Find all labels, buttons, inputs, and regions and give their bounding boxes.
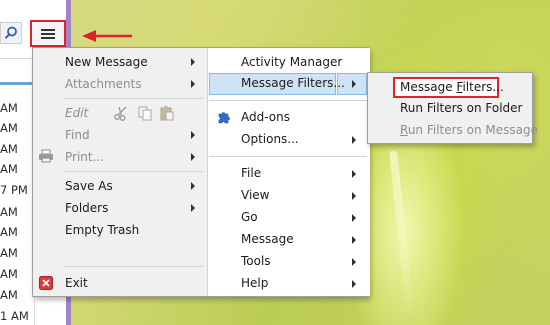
- puzzle-icon: [218, 112, 230, 124]
- menu-item-label: Message Filters...: [400, 80, 504, 94]
- menu-item-label: Save As: [65, 179, 113, 193]
- menu-item-label: Go: [241, 210, 258, 224]
- menu-item-label: Run Filters on Folder: [400, 101, 523, 115]
- menu-item-save-as[interactable]: Save As: [65, 176, 113, 197]
- menu-item-view[interactable]: View: [241, 185, 269, 206]
- hamburger-bar: [41, 37, 55, 39]
- menu-item-label: Message Filters...: [241, 76, 345, 90]
- menu-separator: [63, 98, 203, 99]
- menu-item-print[interactable]: Print...: [65, 147, 104, 168]
- hamburger-bar: [41, 33, 55, 35]
- menu-item-add-ons[interactable]: Add-ons: [241, 107, 290, 128]
- message-time: AM: [0, 288, 18, 302]
- menu-item-label: Exit: [65, 276, 88, 290]
- menu-separator: [209, 156, 367, 157]
- menu-item-label: File: [241, 166, 262, 180]
- menu-item-label: Edit: [65, 106, 89, 120]
- message-time: 1 AM: [0, 309, 29, 323]
- message-time: AM: [0, 205, 18, 219]
- menu-item-label: Options...: [241, 132, 299, 146]
- menu-separator: [63, 171, 203, 172]
- message-time: AM: [0, 121, 18, 135]
- chevron-right-icon: [352, 280, 356, 288]
- submenu-item-run-filters-on-message[interactable]: Run Filters on Message: [400, 120, 538, 141]
- chevron-right-icon: [352, 136, 356, 144]
- menu-item-attachments[interactable]: Attachments: [65, 74, 142, 95]
- exit-icon: [39, 276, 53, 290]
- menu-item-message[interactable]: Message: [241, 229, 294, 250]
- menu-item-exit[interactable]: Exit: [65, 273, 88, 294]
- hamburger-bar: [41, 29, 55, 31]
- message-time: AM: [0, 225, 18, 239]
- menu-item-activity-manager[interactable]: Activity Manager: [241, 52, 342, 73]
- chevron-right-icon: [191, 80, 195, 88]
- menu-item-label: Message: [241, 232, 294, 246]
- chevron-right-icon: [352, 236, 356, 244]
- copy-icon[interactable]: [137, 105, 153, 121]
- menu-item-label: Folders: [65, 201, 109, 215]
- printer-icon: [39, 149, 53, 163]
- menu-separator: [209, 100, 367, 101]
- menu-item-empty-trash[interactable]: Empty Trash: [65, 220, 139, 241]
- chevron-right-icon: [191, 58, 195, 66]
- menu-item-label: Activity Manager: [241, 55, 343, 69]
- submenu-item-message-filters[interactable]: Message Filters...: [400, 77, 504, 98]
- message-time: AM: [0, 267, 18, 281]
- chevron-right-icon: [191, 182, 195, 190]
- menu-item-options[interactable]: Options...: [241, 129, 299, 150]
- message-time: 7 PM: [0, 183, 28, 197]
- chevron-right-icon: [191, 153, 195, 161]
- message-time: AM: [0, 246, 18, 260]
- chevron-right-icon: [191, 131, 195, 139]
- menu-item-label: Empty Trash: [65, 223, 140, 237]
- menu-separator: [63, 266, 203, 267]
- app-menu-button[interactable]: [30, 20, 66, 47]
- chevron-right-icon: [191, 204, 195, 212]
- menu-item-tools[interactable]: Tools: [241, 251, 271, 272]
- message-time: AM: [0, 142, 18, 156]
- chevron-right-icon: [352, 214, 356, 222]
- menu-item-label: Add-ons: [241, 110, 290, 124]
- menu-item-label: New Message: [65, 55, 148, 69]
- menu-item-label: View: [241, 188, 270, 202]
- menu-item-go[interactable]: Go: [241, 207, 258, 228]
- app-menu-panel: New Message Attachments Edit Find Print.…: [32, 47, 370, 297]
- chevron-right-icon: [352, 192, 356, 200]
- menu-item-label: Find: [65, 128, 90, 142]
- chevron-right-icon: [352, 258, 356, 266]
- menu-item-label: Print...: [65, 150, 105, 164]
- scissors-icon[interactable]: [113, 105, 129, 121]
- search-button[interactable]: [0, 22, 22, 44]
- menu-item-edit: Edit: [65, 103, 88, 124]
- chevron-right-icon: [352, 170, 356, 178]
- menu-item-label: Help: [241, 276, 269, 290]
- menu-item-label: Tools: [241, 254, 271, 268]
- menu-item-help[interactable]: Help: [241, 273, 268, 294]
- menu-item-folders[interactable]: Folders: [65, 198, 108, 219]
- list-divider: [0, 58, 34, 59]
- message-filters-submenu: Message Filters... Run Filters on Folder…: [367, 72, 538, 144]
- menu-item-find[interactable]: Find: [65, 125, 90, 146]
- chevron-right-icon: [352, 80, 356, 88]
- search-icon: [4, 26, 17, 39]
- menu-item-label: Run Filters on Message: [400, 123, 538, 137]
- menu-item-message-filters[interactable]: Message Filters...: [241, 73, 345, 94]
- message-time: AM: [0, 101, 18, 115]
- selected-row-band: [0, 82, 34, 85]
- menu-item-label: Attachments: [65, 77, 142, 91]
- message-time: AM: [0, 162, 18, 176]
- submenu-item-run-filters-on-folder[interactable]: Run Filters on Folder: [400, 98, 522, 119]
- menu-item-file[interactable]: File: [241, 163, 261, 184]
- paste-icon[interactable]: [159, 105, 175, 121]
- menu-item-new-message[interactable]: New Message: [65, 52, 148, 73]
- annotation-arrow-icon: [82, 30, 132, 42]
